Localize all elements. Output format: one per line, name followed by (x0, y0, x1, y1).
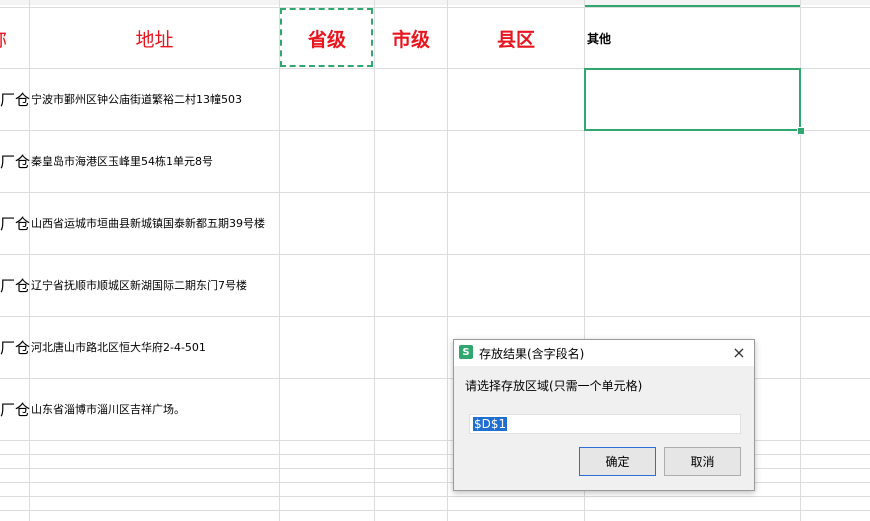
address-cell[interactable]: 山西省运城市垣曲县新城镇国泰新都五期39号楼 (31, 192, 265, 254)
header-other[interactable]: 其他 (587, 8, 611, 68)
row-mark[interactable]: 厂仓 (0, 378, 30, 440)
address-cell[interactable]: 辽宁省抚顺市顺城区新湖国际二期东门7号楼 (31, 254, 247, 316)
cancel-button[interactable]: 取消 (664, 447, 741, 476)
selected-cell[interactable] (584, 68, 801, 131)
grid-line (0, 510, 870, 511)
header-city[interactable]: 市级 (375, 8, 447, 68)
row-mark[interactable]: 厂仓 (0, 192, 30, 254)
grid-line (0, 496, 870, 497)
store-result-dialog: S 存放结果(含字段名) × 请选择存放区域(只需一个单元格) $D$1 确定 … (453, 339, 755, 491)
address-cell[interactable]: 秦皇岛市海港区玉峰里54栋1单元8号 (31, 130, 213, 192)
copy-marquee (280, 8, 373, 67)
range-input[interactable]: $D$1 (469, 414, 741, 434)
row-mark[interactable]: 厂仓 (0, 130, 30, 192)
address-cell[interactable]: 山东省淄博市淄川区吉祥广场。 (31, 378, 185, 440)
grid-line (447, 0, 448, 521)
grid-line (374, 0, 375, 521)
close-icon[interactable]: × (730, 343, 748, 362)
header-address[interactable]: 地址 (30, 8, 279, 68)
row-mark[interactable]: 厂仓 (0, 316, 30, 378)
row-mark[interactable]: 厂仓 (0, 68, 30, 130)
dialog-titlebar[interactable]: S 存放结果(含字段名) × (454, 340, 754, 366)
address-cell[interactable]: 河北唐山市路北区恒大华府2-4-501 (31, 316, 206, 378)
dialog-title: 存放结果(含字段名) (479, 347, 585, 361)
range-input-value: $D$1 (473, 417, 508, 431)
ok-button[interactable]: 确定 (579, 447, 656, 476)
header-county[interactable]: 县区 (448, 8, 584, 68)
header-name-partial[interactable]: 称 (0, 8, 16, 68)
dialog-prompt: 请选择存放区域(只需一个单元格) (465, 379, 643, 393)
fill-handle[interactable] (797, 127, 805, 135)
app-logo-icon: S (459, 345, 473, 359)
grid-line (279, 0, 280, 521)
address-cell[interactable]: 宁波市鄞州区钟公庙街道繁裕二村13幢503 (31, 68, 242, 130)
row-mark[interactable]: 厂仓 (0, 254, 30, 316)
